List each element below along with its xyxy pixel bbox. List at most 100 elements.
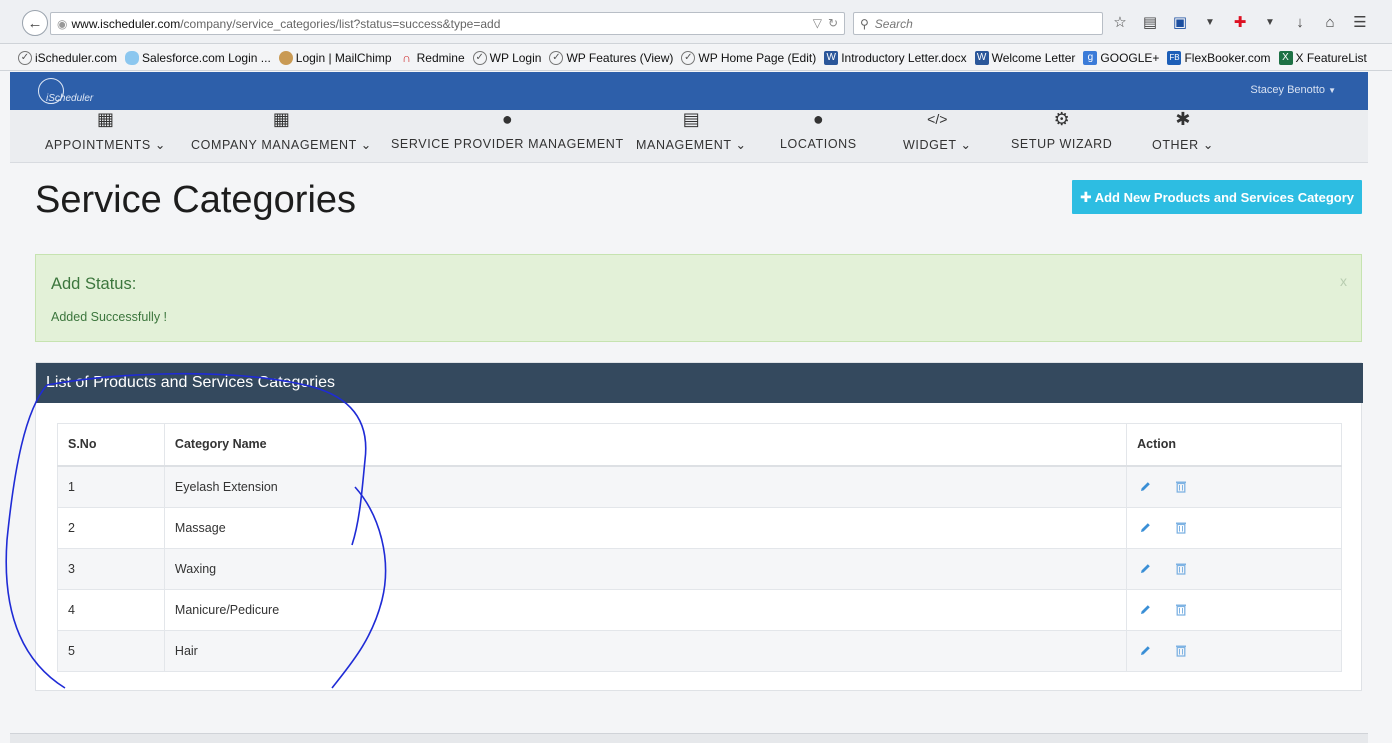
bookmark-label: X FeatureList: [1295, 50, 1367, 65]
plus-icon: ✚: [1079, 188, 1092, 205]
app-logo[interactable]: iScheduler: [38, 78, 100, 104]
building-icon: ▦: [272, 110, 290, 129]
delete-trash-icon[interactable]: [1173, 520, 1189, 536]
bookmark-item[interactable]: W Introductory Letter.docx: [824, 50, 968, 65]
bookmark-item[interactable]: Salesforce.com Login ...: [125, 50, 273, 65]
url-domain: www.ischeduler.com: [71, 16, 181, 31]
clock-icon: ✓: [549, 50, 564, 65]
search-placeholder: Search: [874, 16, 913, 31]
chevron-down-icon[interactable]: ▼: [1260, 12, 1280, 32]
nav-management[interactable]: ▤ MANAGEMENT ⌄: [636, 110, 747, 163]
bookmark-label: WP Home Page (Edit): [698, 50, 817, 65]
bookmark-item[interactable]: W Welcome Letter: [974, 50, 1078, 65]
bookmark-label: Login | MailChimp: [295, 50, 392, 65]
flexbooker-icon: FB: [1167, 50, 1182, 65]
nav-appointments[interactable]: ▦ APPOINTMENTS ⌄: [45, 110, 166, 163]
table-row: 1 Eyelash Extension: [57, 465, 1342, 508]
nav-other[interactable]: ✱ OTHER ⌄: [1152, 110, 1214, 163]
bookmark-item[interactable]: g GOOGLE+: [1083, 50, 1161, 65]
edit-pencil-icon[interactable]: [1137, 520, 1153, 536]
delete-trash-icon[interactable]: [1173, 643, 1189, 659]
main-nav: ▦ APPOINTMENTS ⌄ ▦ COMPANY MANAGEMENT ⌄ …: [10, 110, 1368, 163]
list-icon: ▤: [682, 110, 700, 129]
table-row: 2 Massage: [57, 506, 1342, 549]
bookmark-item[interactable]: ✓ iScheduler.com: [18, 50, 119, 65]
table-row: 4 Manicure/Pedicure: [57, 588, 1342, 631]
bookmark-label: GOOGLE+: [1100, 50, 1160, 65]
cell-sno: 4: [57, 588, 165, 631]
table-row: 3 Waxing: [57, 547, 1342, 590]
chevron-down-icon: ⌄: [154, 138, 166, 152]
edit-pencil-icon[interactable]: [1137, 643, 1153, 659]
save-icon[interactable]: ▣: [1170, 12, 1190, 32]
user-menu[interactable]: Stacey Benotto ▼: [1250, 84, 1336, 96]
nav-widget[interactable]: </> WIDGET ⌄: [903, 110, 972, 163]
search-box[interactable]: ⚲ Search: [853, 12, 1103, 35]
download-icon[interactable]: ↓: [1290, 12, 1310, 32]
table-header-row: S.No Category Name Action: [57, 423, 1342, 467]
delete-trash-icon[interactable]: [1173, 561, 1189, 577]
nav-locations[interactable]: ● LOCATIONS: [780, 110, 857, 163]
add-button-label: Add New Products and Services Category: [1094, 189, 1355, 205]
edit-pencil-icon[interactable]: [1137, 479, 1153, 495]
back-button[interactable]: ←: [22, 10, 48, 36]
alert-title: Add Status:: [51, 275, 137, 293]
reload-icon[interactable]: ↻: [828, 16, 838, 30]
chevron-down-icon: ⌄: [960, 138, 972, 152]
bookmark-item[interactable]: ✓ WP Features (View): [549, 50, 675, 65]
chevron-down-icon: ⌄: [360, 138, 372, 152]
categories-panel: List of Products and Services Categories…: [35, 362, 1363, 691]
url-path: /company/service_categories/list?status=…: [180, 16, 501, 31]
bookmark-item[interactable]: ∩ Redmine: [400, 51, 467, 65]
success-alert: Add Status: Added Successfully ! x: [35, 254, 1362, 342]
edit-pencil-icon[interactable]: [1137, 561, 1153, 577]
browser-toolbar: ← ◉ www.ischeduler.com/company/service_c…: [0, 0, 1392, 44]
addon-plus-icon[interactable]: ✚: [1230, 12, 1250, 32]
nav-label: SETUP WIZARD: [1011, 137, 1113, 151]
bookmark-item[interactable]: Login | MailChimp: [278, 50, 394, 65]
bookmark-label: WP Features (View): [566, 50, 674, 65]
reading-list-icon[interactable]: ▤: [1140, 12, 1160, 32]
address-bar[interactable]: ◉ www.ischeduler.com/company/service_cat…: [50, 12, 845, 35]
clock-icon: ✓: [681, 50, 696, 65]
bookmark-label: FlexBooker.com: [1184, 50, 1271, 65]
cell-sno: 2: [57, 506, 165, 549]
nav-setup-wizard[interactable]: ⚙ SETUP WIZARD: [1011, 110, 1112, 163]
bookmark-item[interactable]: FB FlexBooker.com: [1167, 50, 1272, 65]
user-name: Stacey Benotto: [1250, 84, 1326, 96]
back-arrow-icon: ←: [27, 14, 43, 32]
nav-company-management[interactable]: ▦ COMPANY MANAGEMENT ⌄: [191, 110, 372, 163]
main-content: Service Categories ✚ Add New Products an…: [10, 163, 1368, 743]
cell-category-name: Hair: [163, 629, 1128, 672]
dropdown-icon[interactable]: ▽: [813, 16, 822, 30]
delete-trash-icon[interactable]: [1173, 602, 1189, 618]
cell-sno: 3: [57, 547, 165, 590]
calendar-icon: ▦: [96, 110, 114, 129]
column-header-sno: S.No: [57, 423, 165, 467]
add-category-button[interactable]: ✚ Add New Products and Services Category: [1072, 180, 1362, 214]
edit-pencil-icon[interactable]: [1137, 602, 1153, 618]
redmine-icon: ∩: [402, 50, 411, 65]
menu-icon[interactable]: ☰: [1350, 12, 1370, 32]
nav-service-provider-management[interactable]: ● SERVICE PROVIDER MANAGEMENT: [391, 110, 624, 163]
bookmark-item[interactable]: ✓ WP Login: [472, 50, 544, 65]
clock-icon: ✓: [18, 50, 32, 65]
home-icon[interactable]: ⌂: [1320, 12, 1340, 32]
star-icon[interactable]: ☆: [1110, 12, 1130, 32]
delete-trash-icon[interactable]: [1173, 479, 1189, 495]
app-header: iScheduler Stacey Benotto ▼: [10, 72, 1368, 110]
close-icon[interactable]: x: [1340, 273, 1347, 289]
bookmark-item[interactable]: XX FeatureList: [1278, 50, 1369, 65]
chevron-down-icon[interactable]: ▼: [1200, 12, 1220, 32]
cell-category-name: Manicure/Pedicure: [163, 588, 1128, 631]
cell-sno: 1: [57, 465, 165, 508]
clock-icon: ✓: [472, 50, 487, 65]
cell-category-name: Massage: [163, 506, 1128, 549]
alert-message: Added Successfully !: [51, 310, 168, 324]
panel-header: List of Products and Services Categories: [36, 363, 1363, 403]
bookmark-label: WP Login: [489, 50, 542, 65]
bookmark-item[interactable]: ✓ WP Home Page (Edit): [681, 50, 818, 65]
chevron-down-icon: ⌄: [1202, 138, 1214, 152]
bookmark-label: iScheduler.com: [35, 50, 118, 65]
bookmark-label: Welcome Letter: [991, 50, 1076, 65]
